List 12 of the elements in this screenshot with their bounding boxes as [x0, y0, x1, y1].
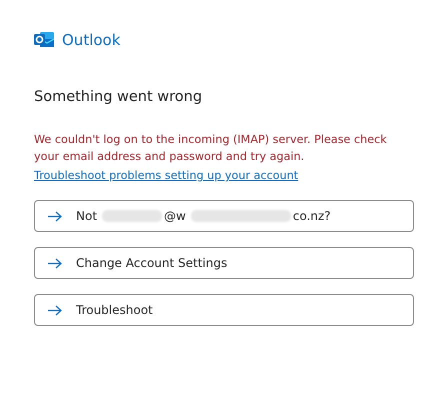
- arrow-icon: [47, 304, 62, 316]
- arrow-icon: [47, 210, 62, 222]
- outlook-logo-icon: [34, 30, 54, 49]
- troubleshoot-link[interactable]: Troubleshoot problems setting up your account: [34, 169, 298, 182]
- action-button[interactable]: Troubleshoot: [34, 294, 414, 326]
- action-button[interactable]: Not @w co.nz?: [34, 200, 414, 232]
- error-heading: Something went wrong: [34, 89, 204, 105]
- action-button[interactable]: Change Account Settings: [34, 247, 414, 279]
- redaction-blur: [102, 210, 162, 222]
- arrow-icon: [47, 258, 62, 268]
- app-name: Outlook: [62, 30, 120, 48]
- error-message: We couldn't log on to the incoming (IMAP) server. Please check your email address and password and try again.: [34, 132, 388, 165]
